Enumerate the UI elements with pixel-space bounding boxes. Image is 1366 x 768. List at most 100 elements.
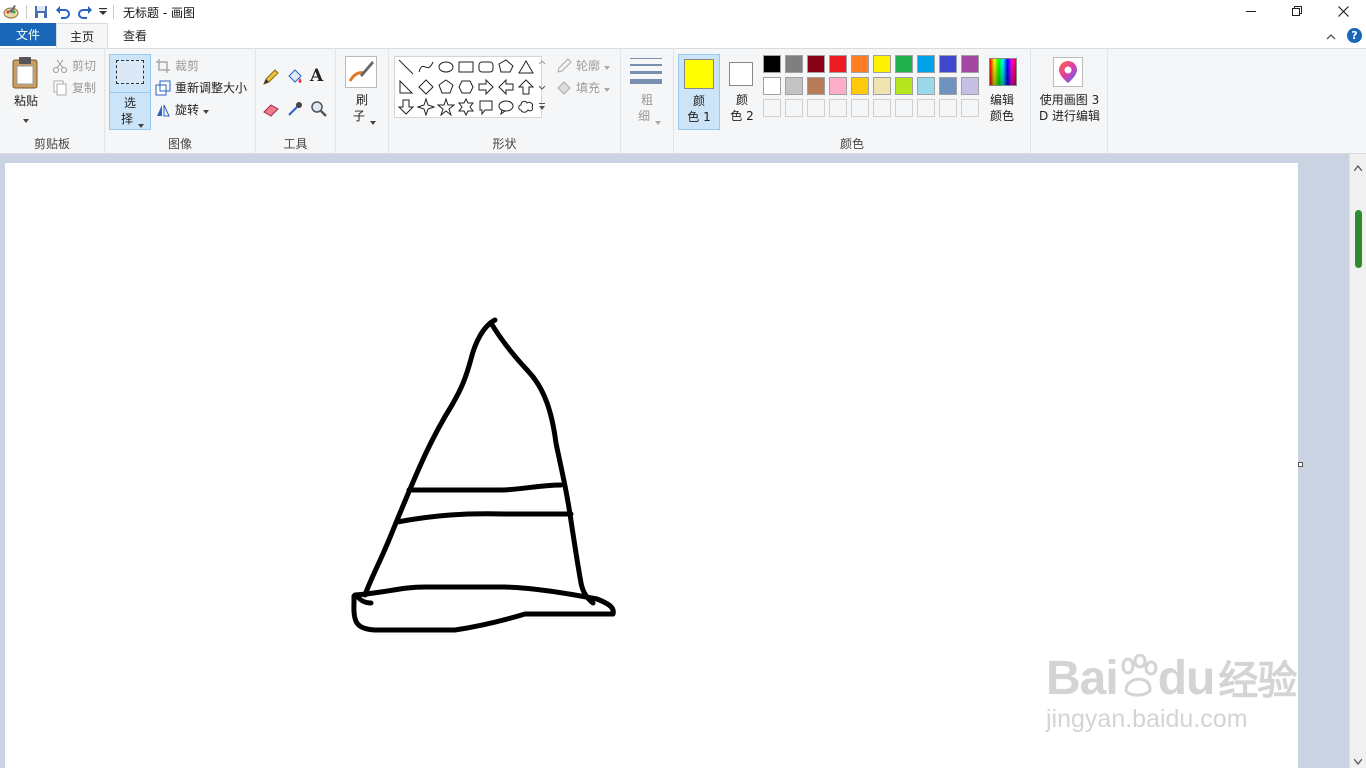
down-arrow-shape-icon[interactable] [397,98,415,116]
copy-button[interactable]: 复制 [52,79,96,96]
text-tool-icon[interactable]: A [310,66,323,86]
canvas-resize-handle[interactable] [1298,462,1303,467]
palette-custom-swatch[interactable] [895,99,913,117]
palette-swatch[interactable] [939,55,957,73]
save-icon[interactable] [30,1,52,23]
palette-swatch[interactable] [785,55,803,73]
help-icon[interactable]: ? [1347,28,1362,43]
palette-swatch[interactable] [763,55,781,73]
fill-label: 填充 [576,81,601,95]
left-arrow-shape-icon[interactable] [497,78,515,96]
eraser-icon[interactable] [262,100,280,121]
tab-home[interactable]: 主页 [56,23,108,48]
size-group: 粗 细 [621,48,674,154]
palette-swatch[interactable] [807,55,825,73]
image-group: 选 择 裁剪 重新调整大小 旋转 图像 [105,48,256,154]
resize-button[interactable]: 重新调整大小 [155,79,247,96]
scroll-up-icon[interactable] [1353,160,1363,174]
palette-custom-swatch[interactable] [917,99,935,117]
minimize-button[interactable] [1228,0,1274,22]
fill-bucket-icon[interactable] [286,68,304,89]
palette-custom-swatch[interactable] [807,99,825,117]
vertical-scrollbar[interactable] [1349,154,1366,768]
shapes-gallery-scroll[interactable] [538,58,548,114]
edit-with-paint3d-button[interactable]: 使用画图 3 D 进行编辑 [1033,54,1106,130]
edit-colors-button[interactable]: 编辑 颜色 [984,54,1024,130]
color1-button[interactable]: 颜 色 1 [678,54,720,130]
four-point-star-shape-icon[interactable] [417,98,435,116]
palette-swatch[interactable] [851,77,869,95]
palette-swatch[interactable] [763,77,781,95]
palette-custom-swatch[interactable] [939,99,957,117]
outline-dropdown-icon [604,59,611,73]
rotate-button[interactable]: 旋转 [155,101,210,118]
watermark-paw-icon [1118,653,1158,698]
color-picker-icon[interactable] [286,100,304,121]
size-button[interactable]: 粗 细 [625,54,669,130]
outline-button[interactable]: 轮廓 [556,57,611,74]
palette-swatch[interactable] [917,55,935,73]
palette-swatch[interactable] [917,77,935,95]
palette-custom-swatch[interactable] [851,99,869,117]
palette-swatch[interactable] [895,55,913,73]
pentagon-shape-icon[interactable] [437,78,455,96]
line-shape-icon[interactable] [397,58,415,76]
tab-view[interactable]: 查看 [112,23,158,48]
palette-custom-swatch[interactable] [961,99,979,117]
up-arrow-shape-icon[interactable] [517,78,535,96]
rectangle-shape-icon[interactable] [457,58,475,76]
collapse-ribbon-icon[interactable] [1326,30,1336,44]
palette-swatch[interactable] [807,77,825,95]
palette-custom-swatch[interactable] [763,99,781,117]
palette-swatch[interactable] [829,77,847,95]
color2-button[interactable]: 颜 色 2 [722,54,762,130]
five-point-star-shape-icon[interactable] [437,98,455,116]
palette-swatch[interactable] [829,55,847,73]
customize-qat-icon[interactable] [96,1,110,23]
paste-button[interactable]: 粘贴 [10,56,42,126]
select-button[interactable]: 选 择 [109,54,151,130]
palette-custom-swatch[interactable] [829,99,847,117]
palette-custom-swatch[interactable] [873,99,891,117]
palette-swatch[interactable] [961,55,979,73]
tab-file[interactable]: 文件 [0,23,56,46]
pencil-icon[interactable] [262,68,280,89]
curve-shape-icon[interactable] [417,58,435,76]
polygon-shape-icon[interactable] [497,58,515,76]
edit-colors-label-1: 编辑 [989,93,1014,107]
diamond-shape-icon[interactable] [417,78,435,96]
fill-button[interactable]: 填充 [556,79,611,96]
oval-callout-shape-icon[interactable] [497,98,515,116]
scroll-down-icon[interactable] [1353,754,1363,768]
crop-button[interactable]: 裁剪 [155,57,199,74]
fill-icon [556,80,572,96]
palette-swatch[interactable] [961,77,979,95]
palette-swatch[interactable] [851,55,869,73]
maximize-button[interactable] [1274,0,1320,22]
six-point-star-shape-icon[interactable] [457,98,475,116]
rounded-callout-shape-icon[interactable] [477,98,495,116]
right-triangle-shape-icon[interactable] [397,78,415,96]
undo-icon[interactable] [52,1,74,23]
paint-app-icon[interactable] [0,1,22,23]
triangle-shape-icon[interactable] [517,58,535,76]
palette-custom-swatch[interactable] [785,99,803,117]
scroll-thumb[interactable] [1355,210,1362,268]
close-button[interactable] [1320,0,1366,22]
cut-button[interactable]: 剪切 [52,57,96,74]
palette-swatch[interactable] [895,77,913,95]
resize-icon [155,80,171,96]
brushes-button[interactable]: 刷 子 [340,54,384,130]
palette-swatch[interactable] [873,55,891,73]
oval-shape-icon[interactable] [437,58,455,76]
right-arrow-shape-icon[interactable] [477,78,495,96]
palette-swatch[interactable] [873,77,891,95]
hexagon-shape-icon[interactable] [457,78,475,96]
redo-icon[interactable] [74,1,96,23]
magnifier-icon[interactable] [310,100,328,121]
paste-label: 粘贴 [13,94,38,108]
rounded-rectangle-shape-icon[interactable] [477,58,495,76]
palette-swatch[interactable] [785,77,803,95]
palette-swatch[interactable] [939,77,957,95]
cloud-callout-shape-icon[interactable] [517,98,535,116]
